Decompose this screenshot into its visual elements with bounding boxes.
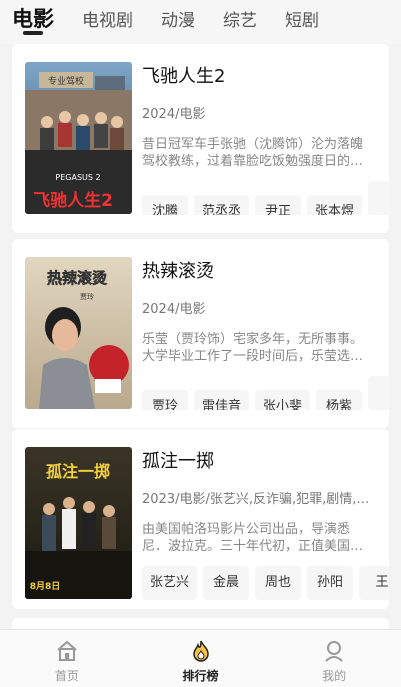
bottom-navigation: 首页 排行榜 我的 [0, 629, 401, 687]
movie-meta: 2024/电影 [142, 302, 206, 317]
home-icon [57, 640, 77, 661]
tab-short-drama[interactable]: 短剧 [285, 0, 319, 36]
movie-title[interactable]: 孤注一掷 [142, 447, 214, 473]
actor-chip[interactable]: 贾玲 [142, 390, 188, 410]
movie-description: 乐莹（贾玲饰）宅家多年，无所事事。大学毕业工作了一段时间后，乐莹选… [142, 332, 364, 364]
nav-home[interactable]: 首页 [0, 630, 134, 687]
actor-chip[interactable]: 金晨 [203, 566, 250, 600]
tab-variety[interactable]: 综艺 [223, 0, 257, 36]
tab-movie[interactable]: 电影 [12, 0, 54, 36]
movie-meta: 2023/电影/张艺兴,反诈骗,犯罪,剧情,… [142, 492, 370, 507]
movie-title[interactable]: 热辣滚烫 [142, 257, 214, 283]
poster-date: 8月8日 [30, 581, 61, 592]
nav-profile[interactable]: 我的 [267, 630, 401, 687]
actor-chip[interactable]: 杨紫 [316, 390, 363, 410]
actor-chip[interactable]: 尹正 [255, 195, 302, 215]
actor-chip[interactable]: 孙阳 [307, 566, 354, 600]
actor-chip[interactable] [368, 181, 389, 215]
movie-description: 昔日冠军车手张驰（沈腾饰）沦为落魄驾校教练，过着靠脸吃饭勉强度日的… [142, 137, 364, 169]
actor-list: 张艺兴 金晨 周也 孙阳王 [142, 566, 389, 600]
movie-meta: 2024/电影 [142, 107, 206, 122]
actor-chip[interactable]: 张本煜 [307, 195, 363, 215]
nav-ranking-label: 排行榜 [182, 669, 219, 683]
movie-card[interactable]: 专业驾校 PEGASUS 2 飞驰人生2 飞驰人生2 2024/电影 昔日冠军车… [12, 44, 389, 233]
nav-ranking[interactable]: 排行榜 [134, 630, 268, 687]
poster-art: 热辣滚烫 贾玲 [39, 269, 129, 409]
movie-poster[interactable]: 孤注一掷 8月8日 [25, 447, 132, 599]
movie-poster[interactable]: 热辣滚烫 贾玲 [25, 257, 132, 409]
movie-list[interactable]: 专业驾校 PEGASUS 2 飞驰人生2 飞驰人生2 2024/电影 昔日冠军车… [0, 44, 401, 629]
actor-chip[interactable] [368, 376, 389, 410]
poster-tagline: PEGASUS 2 [55, 173, 100, 182]
flame-icon [192, 640, 209, 662]
tab-anime[interactable]: 动漫 [161, 0, 195, 36]
profile-icon [325, 641, 343, 662]
movie-title[interactable]: 飞驰人生2 [142, 62, 225, 88]
actor-chip[interactable]: 张艺兴 [142, 566, 198, 600]
poster-sign-text: 专业驾校 [48, 75, 84, 87]
poster-art: 孤注一掷 8月8日 [25, 462, 132, 599]
poster-title-art: 孤注一掷 [46, 462, 110, 481]
actor-chip[interactable]: 沈腾 [142, 195, 188, 215]
actor-chip[interactable]: 范丞丞 [194, 195, 250, 215]
category-tabs: 电影 电视剧 动漫 综艺 短剧 [0, 0, 401, 44]
movie-card[interactable]: 孤注一掷 8月8日 孤注一掷 2023/电影/张艺兴,反诈骗,犯罪,剧情,… 由… [12, 429, 389, 609]
poster-title-art: 飞驰人生2 [33, 190, 113, 211]
movie-card[interactable] [12, 618, 389, 629]
poster-art: 专业驾校 PEGASUS 2 飞驰人生2 [25, 72, 132, 214]
tab-tv-series[interactable]: 电视剧 [82, 0, 133, 36]
actor-chip[interactable]: 雷佳音 [194, 390, 250, 410]
actor-chip[interactable]: 周也 [255, 566, 302, 600]
actor-list: 贾玲 雷佳音 张小斐 杨紫 [142, 376, 389, 410]
nav-profile-label: 我的 [322, 669, 347, 683]
nav-home-label: 首页 [54, 669, 79, 683]
movie-card[interactable]: 热辣滚烫 贾玲 热辣滚烫 2024/电影 乐莹（贾玲饰）宅家多年，无所事事。大学… [12, 239, 389, 428]
actor-list: 沈腾 范丞丞 尹正 张本煜 [142, 181, 389, 215]
movie-poster[interactable]: 专业驾校 PEGASUS 2 飞驰人生2 [25, 62, 132, 214]
actor-chip[interactable]: 张小斐 [255, 390, 311, 410]
actor-chip[interactable]: 王 [359, 566, 389, 600]
movie-description: 由美国帕洛玛影片公司出品，导演悉尼．波拉克。三十年代初，正值美国… [142, 522, 364, 554]
poster-tagline: 贾玲 [80, 292, 94, 301]
poster-title-art: 热辣滚烫 [47, 269, 108, 287]
